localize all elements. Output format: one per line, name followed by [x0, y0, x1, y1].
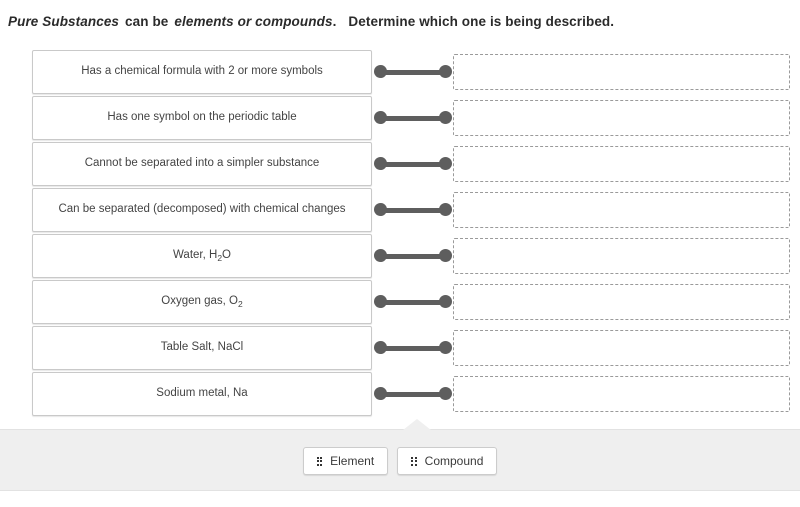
term-label: Has a chemical formula with 2 or more sy… — [81, 65, 323, 78]
answer-tile-label: Compound — [424, 454, 484, 468]
connector-knob-left — [374, 295, 387, 308]
connector-bar — [380, 391, 446, 397]
connector-bar — [380, 115, 446, 121]
term-label: Table Salt, NaCl — [160, 341, 244, 354]
connector-bar — [380, 253, 446, 259]
connector-knob-left — [374, 249, 387, 262]
answer-tile[interactable]: Element — [302, 447, 389, 475]
grip-dots-icon — [316, 456, 323, 466]
prompt-part-period: . — [332, 14, 337, 29]
connector-bar — [380, 299, 446, 305]
connector-knob-right — [439, 387, 452, 400]
answer-tiles: Element Compound — [0, 447, 800, 475]
term-box[interactable]: Cannot be separated into a simpler subst… — [32, 142, 372, 186]
grip-dots-icon — [411, 456, 417, 466]
match-row: Can be separated (decomposed) with chemi… — [0, 188, 800, 234]
connector-icon — [374, 249, 452, 263]
connector-knob-left — [374, 111, 387, 124]
page-title: Pure Substances can be elements or compoun… — [8, 14, 614, 29]
connector-knob-left — [374, 203, 387, 216]
term-label: Oxygen gas, O2 — [161, 295, 243, 309]
answer-drop-zone[interactable] — [453, 376, 790, 412]
match-row: Water, H2O — [0, 234, 800, 280]
connector-bar — [380, 207, 446, 213]
connector-icon — [374, 65, 452, 79]
matching-rows: Has a chemical formula with 2 or more sy… — [0, 50, 800, 428]
term-label: Water, H2O — [173, 249, 231, 263]
term-label: Cannot be separated into a simpler subst… — [84, 157, 320, 170]
prompt-part-pure-substances: Pure Substances — [8, 14, 120, 29]
term-label: Can be separated (decomposed) with chemi… — [58, 203, 346, 216]
connector-knob-left — [374, 387, 387, 400]
connector-knob-right — [439, 295, 452, 308]
connector-icon — [374, 203, 452, 217]
connector-icon — [374, 157, 452, 171]
connector-knob-left — [374, 341, 387, 354]
connector-knob-right — [439, 341, 452, 354]
match-row: Has a chemical formula with 2 or more sy… — [0, 50, 800, 96]
term-box[interactable]: Table Salt, NaCl — [32, 326, 372, 370]
answer-drop-zone[interactable] — [453, 238, 790, 274]
tray-pointer-arrow — [403, 419, 431, 430]
connector-icon — [374, 111, 452, 125]
connector-bar — [380, 161, 446, 167]
answer-drop-zone[interactable] — [453, 330, 790, 366]
connector-bar — [380, 69, 446, 75]
answer-drop-zone[interactable] — [453, 146, 790, 182]
prompt-part-instruction: Determine which one is being described. — [348, 14, 615, 29]
term-box[interactable]: Oxygen gas, O2 — [32, 280, 372, 324]
connector-icon — [374, 387, 452, 401]
term-box[interactable]: Sodium metal, Na — [32, 372, 372, 416]
connector-bar — [380, 345, 446, 351]
connector-knob-right — [439, 249, 452, 262]
connector-knob-left — [374, 157, 387, 170]
answer-tile-label: Element — [330, 454, 375, 468]
term-label: Has one symbol on the periodic table — [107, 111, 297, 124]
answer-drop-zone[interactable] — [453, 100, 790, 136]
match-row: Oxygen gas, O2 — [0, 280, 800, 326]
term-box[interactable]: Has a chemical formula with 2 or more sy… — [32, 50, 372, 94]
connector-knob-right — [439, 65, 452, 78]
match-row: Cannot be separated into a simpler subst… — [0, 142, 800, 188]
connector-icon — [374, 341, 452, 355]
match-row: Table Salt, NaCl — [0, 326, 800, 372]
connector-knob-right — [439, 111, 452, 124]
answer-tile[interactable]: Compound — [397, 447, 498, 475]
term-box[interactable]: Water, H2O — [32, 234, 372, 278]
answer-bank-tray: Element Compound — [0, 419, 800, 491]
connector-knob-right — [439, 203, 452, 216]
term-label: Sodium metal, Na — [156, 387, 248, 400]
match-row: Has one symbol on the periodic table — [0, 96, 800, 142]
match-row: Sodium metal, Na — [0, 372, 800, 418]
prompt-part-can-be: can be — [125, 14, 169, 29]
answer-drop-zone[interactable] — [453, 192, 790, 228]
connector-knob-right — [439, 157, 452, 170]
prompt-part-elements-or-compounds: elements or compounds — [174, 14, 333, 29]
connector-icon — [374, 295, 452, 309]
connector-knob-left — [374, 65, 387, 78]
term-box[interactable]: Has one symbol on the periodic table — [32, 96, 372, 140]
term-box[interactable]: Can be separated (decomposed) with chemi… — [32, 188, 372, 232]
answer-drop-zone[interactable] — [453, 54, 790, 90]
answer-drop-zone[interactable] — [453, 284, 790, 320]
